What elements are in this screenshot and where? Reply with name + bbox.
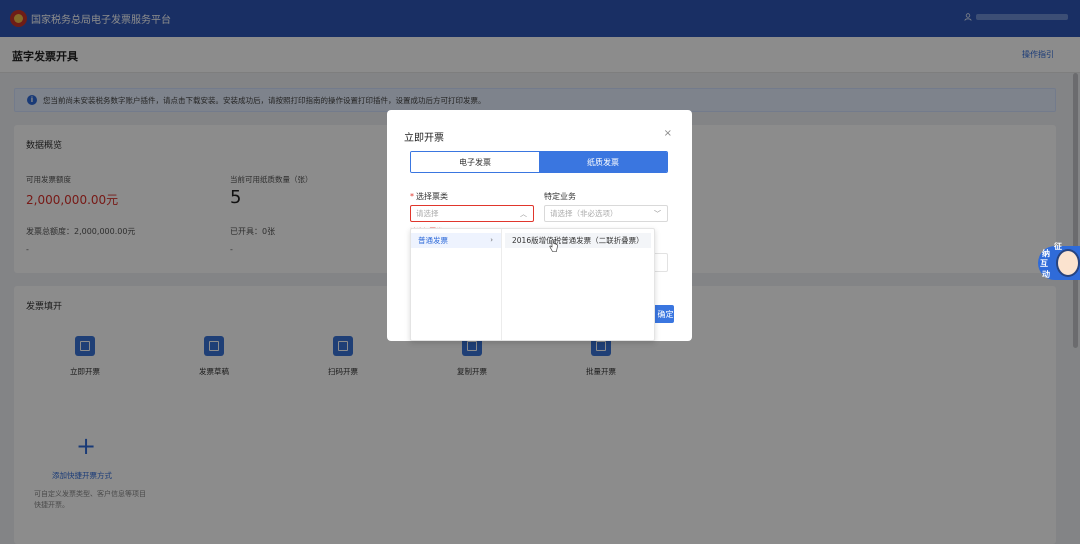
dialog-title: 立即开票 xyxy=(404,133,444,144)
hand-cursor-icon xyxy=(549,239,558,252)
select-type-label-text: 选择票类 xyxy=(416,192,448,201)
confirm-button-label: 确定 xyxy=(657,309,674,319)
required-mark: * xyxy=(410,192,414,201)
cascader-option-2016-vat-normal[interactable]: 2016版增值税普通发票（二联折叠票） xyxy=(505,233,651,248)
widget-char: 征 xyxy=(1054,242,1062,251)
select-type-label: * 选择票类 xyxy=(410,191,448,202)
tab-paper-invoice[interactable]: 纸质发票 xyxy=(539,152,667,172)
close-icon[interactable]: × xyxy=(664,128,672,139)
special-business-label: 特定业务 xyxy=(544,192,576,201)
tax-assistant-widget[interactable]: 征 纳 互 动 xyxy=(1038,241,1080,285)
invoice-type-cascader: 普通发票 › 2016版增值税普通发票（二联折叠票） xyxy=(410,228,655,341)
cascader-option-normal-invoice[interactable]: 普通发票 › xyxy=(411,233,501,248)
chevron-down-icon: ﹀ xyxy=(654,210,661,218)
select-type-placeholder: 请选择 xyxy=(416,209,439,218)
chevron-right-icon: › xyxy=(490,236,493,244)
invoice-medium-switch: 电子发票 纸质发票 xyxy=(410,151,668,173)
special-business-select[interactable]: 请选择（非必选项） ﹀ xyxy=(544,205,668,222)
cascader-level1: 普通发票 › xyxy=(411,229,502,340)
widget-char: 动 xyxy=(1042,270,1050,279)
special-business-placeholder: 请选择（非必选项） xyxy=(550,209,618,218)
obscured-select-edge xyxy=(653,253,668,272)
select-type-input[interactable]: 请选择 ︿ xyxy=(410,205,534,222)
cascader-option-label: 2016版增值税普通发票（二联折叠票） xyxy=(512,236,644,245)
chevron-up-icon: ︿ xyxy=(520,210,527,218)
cascader-option-label: 普通发票 xyxy=(418,236,448,245)
widget-char: 互 xyxy=(1040,259,1048,268)
tab-electronic-invoice[interactable]: 电子发票 xyxy=(411,152,539,172)
cascader-level2: 2016版增值税普通发票（二联折叠票） xyxy=(502,229,654,340)
assistant-avatar-icon xyxy=(1056,249,1080,277)
